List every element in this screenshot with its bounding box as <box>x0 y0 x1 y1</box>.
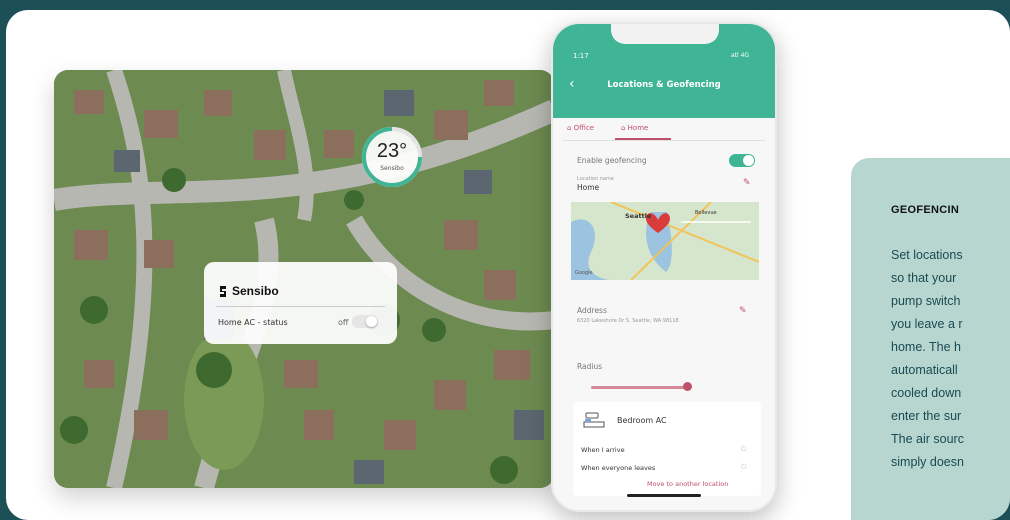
location-map[interactable]: Seattle Bellevue Google <box>571 202 759 280</box>
info-line: enter the sur <box>891 409 962 423</box>
location-name-value: Home <box>577 183 600 192</box>
home-indicator <box>627 494 701 497</box>
map-image <box>571 202 759 280</box>
info-line: you leave a r <box>891 317 963 331</box>
device-name: Bedroom AC <box>617 416 667 425</box>
edit-address-icon[interactable]: ✎ <box>739 306 747 316</box>
phone-mockup: 1:17 atl 4G ‹ Locations & Geofencing ⌂ O… <box>551 22 777 512</box>
aerial-photo: 23° Sensibo Sensibo Home AC - status off <box>54 70 554 488</box>
location-name-label: Location name <box>577 176 614 182</box>
info-line: The air sourc <box>891 432 964 446</box>
info-line: cooled down <box>891 386 962 400</box>
enable-geofencing-label: Enable geofencing <box>577 156 647 165</box>
power-icon[interactable]: ⏻ <box>741 445 747 454</box>
geofencing-info-card: GEOFENCIN Set locations so that your pum… <box>851 158 1010 520</box>
device-card: Bedroom AC When I arrive ⏻ When everyone… <box>573 402 761 496</box>
phone-notch <box>611 24 719 44</box>
divider <box>563 140 765 141</box>
temperature-dial: 23° Sensibo <box>359 124 425 190</box>
info-line: simply doesn <box>891 455 964 469</box>
ac-status-value: off <box>338 318 349 327</box>
leave-rule-label: When everyone leaves <box>581 464 656 472</box>
info-line: pump switch <box>891 294 961 308</box>
tab-home[interactable]: ⌂ Home <box>621 124 648 132</box>
status-time: 1:17 <box>573 52 589 60</box>
map-label-google: Google <box>575 270 593 276</box>
power-icon[interactable]: ⏻ <box>741 463 747 472</box>
temperature-value: 23° <box>376 140 408 162</box>
ac-power-toggle[interactable] <box>352 315 378 328</box>
info-line: Set locations <box>891 248 963 262</box>
radius-slider-handle[interactable] <box>683 382 692 391</box>
map-label-seattle: Seattle <box>625 212 652 220</box>
info-line: automaticall <box>891 363 958 377</box>
info-title: GEOFENCIN <box>891 204 960 216</box>
sensibo-brand: Sensibo <box>232 284 279 298</box>
app-header: 1:17 atl 4G ‹ Locations & Geofencing <box>553 24 775 118</box>
geofencing-toggle[interactable] <box>729 154 755 167</box>
tab-home-label: Home <box>627 124 649 132</box>
radius-label: Radius <box>577 362 603 371</box>
radius-slider-track[interactable] <box>591 386 691 389</box>
address-value: 6320 Lakeshore Dr S, Seattle, WA 98118 <box>577 318 679 324</box>
map-label-bellevue: Bellevue <box>695 210 717 216</box>
arrive-rule-label: When I arrive <box>581 446 625 454</box>
tab-office[interactable]: ⌂ Office <box>567 124 594 132</box>
app-body: ⌂ Office ⌂ Home Enable geofencing Locati… <box>553 118 775 510</box>
info-line: home. The h <box>891 340 961 354</box>
temperature-caption: Sensibo <box>380 165 404 172</box>
divider <box>216 306 385 307</box>
move-location-link[interactable]: Move to another location <box>647 480 728 488</box>
sensibo-logo-icon <box>220 286 226 297</box>
sensibo-status-card: Sensibo Home AC - status off <box>204 262 397 344</box>
ac-status-label: Home AC - status <box>218 318 288 327</box>
bed-ac-icon <box>583 412 605 428</box>
edit-location-name-icon[interactable]: ✎ <box>743 178 751 188</box>
info-text: Set locations so that your pump switch y… <box>891 244 1010 474</box>
content-panel: 23° Sensibo Sensibo Home AC - status off… <box>6 10 1010 520</box>
info-line: so that your <box>891 271 957 285</box>
tab-office-label: Office <box>573 124 595 132</box>
address-label: Address <box>577 306 607 315</box>
status-signal: atl 4G <box>731 52 750 59</box>
screen-title: Locations & Geofencing <box>607 80 721 90</box>
